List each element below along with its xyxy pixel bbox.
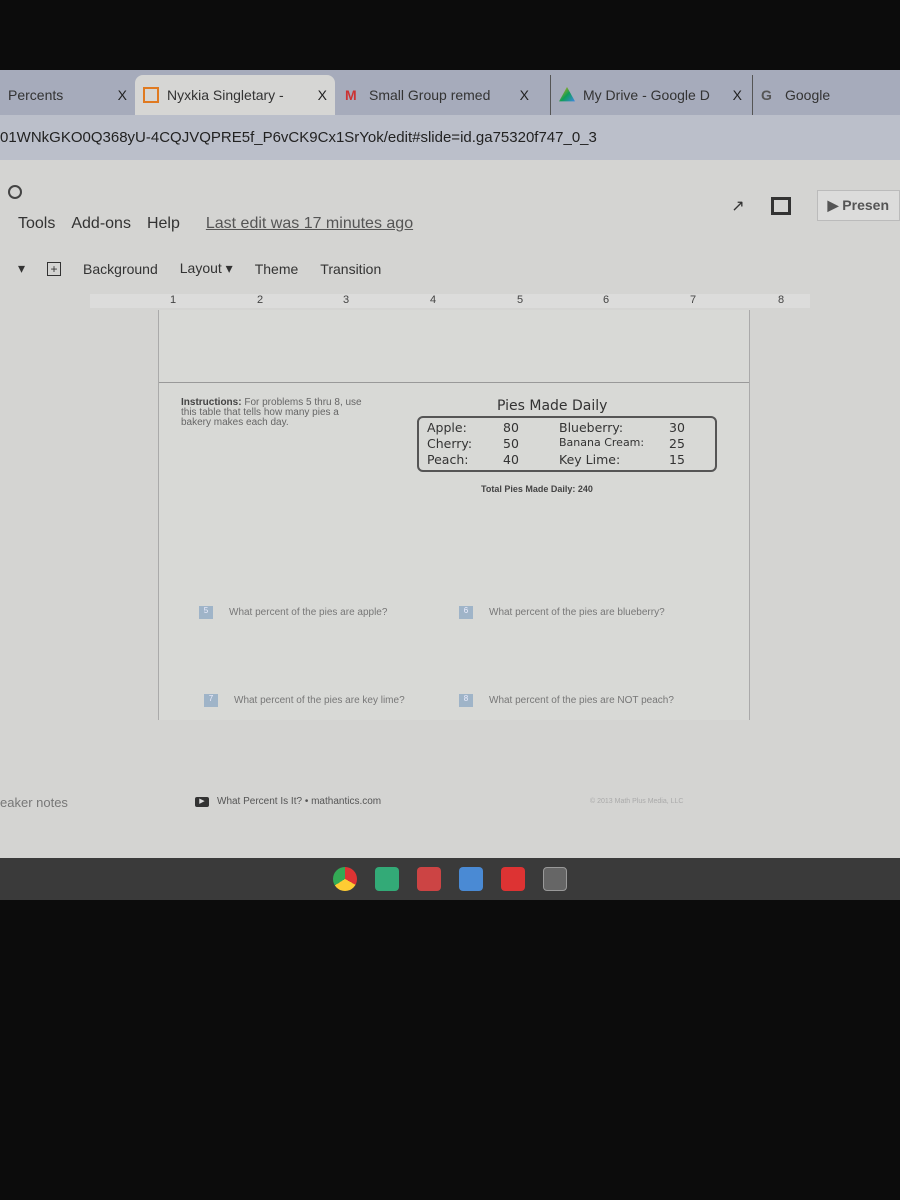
pie-name: Blueberry: bbox=[559, 420, 624, 435]
menu-tools[interactable]: Tools bbox=[18, 215, 55, 233]
address-bar[interactable]: 01WNkGKO0Q368yU-4CQJVQPRE5f_P6vCK9Cx1SrY… bbox=[0, 115, 900, 160]
present-button[interactable]: ▶ Presen bbox=[816, 190, 900, 221]
pie-count: 30 bbox=[669, 420, 685, 435]
dropdown-arrow-icon[interactable]: ▾ bbox=[18, 260, 25, 277]
ruler-mark: 1 bbox=[170, 294, 177, 306]
close-icon[interactable]: X bbox=[108, 87, 127, 103]
question-number: 7 bbox=[204, 694, 218, 707]
pie-count: 40 bbox=[503, 452, 519, 467]
tab-label: Nyxkia Singletary - bbox=[167, 87, 284, 103]
taskbar bbox=[0, 858, 900, 900]
pies-table: Apple: 80 Cherry: 50 Peach: 40 Blueberry… bbox=[417, 416, 717, 472]
tab-google[interactable]: G Google bbox=[752, 75, 900, 115]
video-footer[interactable]: ▶ What Percent Is It? • mathantics.com bbox=[195, 796, 381, 807]
instructions: Instructions: For problems 5 thru 8, use… bbox=[181, 398, 371, 428]
question-text: What percent of the pies are apple? bbox=[229, 607, 388, 618]
ruler-mark: 6 bbox=[603, 294, 610, 306]
app-icon[interactable] bbox=[543, 867, 567, 891]
menu-bar: Tools Add-ons Help Last edit was 17 minu… bbox=[18, 215, 413, 233]
question-5: 5 What percent of the pies are apple? bbox=[199, 606, 387, 619]
tab-label: Small Group remed bbox=[369, 87, 491, 103]
cloud-saved-icon bbox=[8, 185, 22, 199]
pie-name: Banana Cream: bbox=[559, 436, 645, 449]
layout-button[interactable]: Layout ▾ bbox=[180, 260, 233, 277]
close-icon[interactable]: X bbox=[308, 87, 327, 103]
background-button[interactable]: Background bbox=[83, 261, 158, 277]
ruler-mark: 3 bbox=[343, 294, 350, 306]
tab-gmail[interactable]: M Small Group remed X bbox=[337, 75, 537, 115]
pie-count: 50 bbox=[503, 436, 519, 451]
pie-name: Cherry: bbox=[427, 436, 473, 451]
menu-addons[interactable]: Add-ons bbox=[71, 215, 131, 233]
new-slide-icon[interactable]: + bbox=[47, 261, 62, 276]
comments-icon[interactable] bbox=[770, 196, 791, 215]
ruler-mark: 4 bbox=[430, 294, 437, 306]
total-pies: Total Pies Made Daily: 240 bbox=[481, 484, 593, 494]
present-label: Presen bbox=[842, 197, 889, 213]
ruler-mark: 5 bbox=[517, 294, 524, 306]
drive-icon bbox=[559, 87, 575, 102]
speaker-notes-label[interactable]: eaker notes bbox=[0, 795, 68, 810]
pie-name: Peach: bbox=[427, 452, 469, 467]
table-title: Pies Made Daily bbox=[497, 398, 608, 414]
pie-count: 80 bbox=[503, 420, 519, 435]
screen: Percents X Nyxkia Singletary - X M Small Gr… bbox=[0, 70, 900, 900]
tab-label: My Drive - Google D bbox=[583, 87, 710, 103]
tab-percents[interactable]: Percents X bbox=[0, 75, 135, 115]
tab-label: Percents bbox=[8, 87, 64, 103]
question-7: 7 What percent of the pies are key lime? bbox=[204, 694, 405, 707]
chrome-icon[interactable] bbox=[333, 867, 357, 891]
header-actions: ↗ ▶ Presen bbox=[731, 190, 900, 221]
question-6: 6 What percent of the pies are blueberry? bbox=[459, 606, 665, 619]
question-number: 5 bbox=[199, 606, 213, 619]
question-number: 6 bbox=[459, 606, 473, 619]
tab-label: Google bbox=[785, 87, 831, 103]
docs-icon[interactable] bbox=[459, 867, 483, 891]
pie-count: 15 bbox=[669, 452, 685, 467]
copyright: © 2013 Math Plus Media, LLC bbox=[590, 798, 684, 805]
toolbar: ▾ + Background Layout ▾ Theme Transition bbox=[18, 260, 381, 277]
pie-name: Apple: bbox=[427, 420, 467, 435]
ruler-mark: 2 bbox=[257, 294, 264, 306]
close-icon[interactable]: X bbox=[723, 87, 742, 103]
question-number: 8 bbox=[459, 694, 473, 707]
ruler-mark: 7 bbox=[690, 294, 697, 306]
question-text: What percent of the pies are key lime? bbox=[234, 695, 405, 706]
classroom-icon[interactable] bbox=[375, 867, 399, 891]
google-icon: G bbox=[761, 87, 772, 103]
play-icon: ▶ bbox=[195, 796, 209, 807]
last-edit-link[interactable]: Last edit was 17 minutes ago bbox=[206, 215, 413, 233]
tab-drive[interactable]: My Drive - Google D X bbox=[550, 75, 750, 115]
question-text: What percent of the pies are NOT peach? bbox=[489, 695, 674, 706]
ruler-mark: 8 bbox=[778, 294, 785, 306]
slide-canvas[interactable]: Instructions: For problems 5 thru 8, use… bbox=[158, 310, 750, 720]
youtube-icon[interactable] bbox=[501, 867, 525, 891]
gmail-icon[interactable] bbox=[417, 867, 441, 891]
menu-help[interactable]: Help bbox=[147, 215, 180, 233]
activity-icon[interactable]: ↗ bbox=[731, 196, 744, 216]
slides-icon bbox=[143, 87, 159, 103]
theme-button[interactable]: Theme bbox=[255, 261, 299, 277]
layout-label: Layout bbox=[179, 260, 222, 276]
url-text: 01WNkGKO0Q368yU-4CQJVQPRE5f_P6vCK9Cx1SrY… bbox=[0, 129, 597, 146]
divider bbox=[159, 382, 749, 383]
close-icon[interactable]: X bbox=[510, 87, 529, 103]
question-8: 8 What percent of the pies are NOT peach? bbox=[459, 694, 674, 707]
question-text: What percent of the pies are blueberry? bbox=[489, 607, 665, 618]
browser-tab-bar: Percents X Nyxkia Singletary - X M Small Gr… bbox=[0, 70, 900, 115]
slides-app: ↗ ▶ Presen Tools Add-ons Help Last edit … bbox=[0, 160, 900, 860]
pie-name: Key Lime: bbox=[559, 452, 621, 467]
pie-count: 25 bbox=[669, 436, 685, 451]
footer-text: What Percent Is It? • mathantics.com bbox=[217, 796, 382, 807]
transition-button[interactable]: Transition bbox=[320, 261, 381, 277]
gmail-icon: M bbox=[345, 87, 357, 103]
ruler: 1 2 3 4 5 6 7 8 bbox=[90, 294, 810, 308]
tab-nyxkia[interactable]: Nyxkia Singletary - X bbox=[135, 75, 335, 115]
